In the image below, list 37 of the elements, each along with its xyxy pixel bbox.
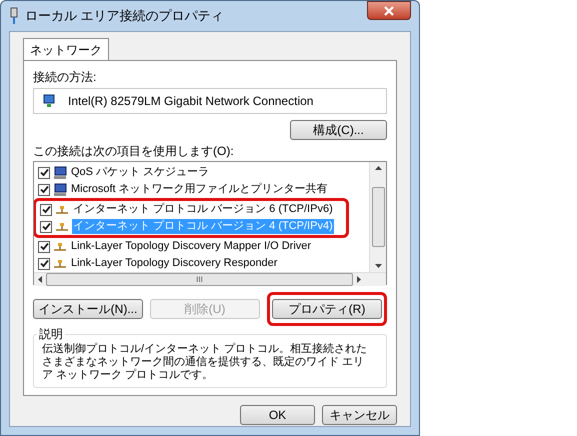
button[interactable]: インストール(N)... (33, 299, 143, 319)
button[interactable]: OK (240, 405, 315, 425)
left-arrow-icon[interactable] (38, 276, 42, 283)
horizontal-scrollbar[interactable]: III (34, 272, 386, 286)
up-arrow-icon[interactable] (374, 166, 382, 170)
down-arrow-icon[interactable] (374, 264, 382, 268)
checkbox[interactable] (38, 166, 50, 178)
list-item[interactable]: インターネット プロトコル バージョン 6 (TCP/IPv6) (72, 202, 334, 217)
close-button[interactable] (367, 1, 411, 20)
field-label: 接続の方法: (33, 69, 98, 85)
checkbox[interactable] (40, 220, 52, 232)
checkbox[interactable] (40, 204, 52, 216)
button[interactable]: プロパティ(R) (272, 299, 382, 319)
right-arrow-icon[interactable] (357, 276, 361, 283)
close-icon (384, 6, 394, 16)
vertical-scrollbar[interactable] (369, 162, 386, 272)
list-item[interactable]: Microsoft ネットワーク用ファイルとプリンター共有 (70, 182, 329, 197)
list-item[interactable]: QoS パケット スケジューラ (70, 165, 210, 180)
computer-icon (53, 166, 67, 180)
button[interactable]: キャンセル (322, 405, 397, 425)
network-adapter-icon (42, 94, 56, 108)
checkbox[interactable] (38, 240, 50, 252)
description-text: 伝送制御プロトコル/インターネット プロトコル。相互接続されたさまざまなネットワーク間の通信を提供する、既定のワイド エリア ネットワーク プロトコルです。 (42, 343, 368, 382)
computer-icon (53, 182, 67, 196)
adapter-name: Intel(R) 82579LM Gigabit Network Connection (68, 93, 314, 110)
tab[interactable]: ネットワーク (23, 38, 109, 60)
group-label: 説明 (37, 327, 65, 341)
checkbox[interactable] (38, 258, 50, 270)
checkbox[interactable] (38, 184, 50, 196)
list-item[interactable]: Link-Layer Topology Discovery Mapper I/O Driver (70, 239, 312, 254)
field-label: この接続は次の項目を使用します(O): (33, 143, 235, 159)
scroll-thumb[interactable] (372, 187, 384, 247)
network-adapter-icon (9, 7, 19, 25)
scroll-thumb[interactable]: III (46, 273, 353, 286)
button[interactable]: 構成(C)... (290, 120, 387, 140)
window-title: ローカル エリア接続のプロパティ (25, 7, 224, 26)
list-item[interactable]: Link-Layer Topology Discovery Responder (70, 256, 278, 271)
